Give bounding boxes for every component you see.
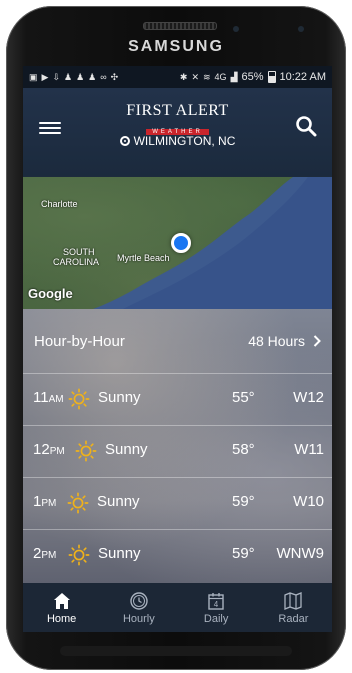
phone-frame: SAMSUNG ▣ ▶ ⇩ ♟ ♟ ♟ ∞ ✣ ✱ ✕ ≋ 4G ▟ 65% 1 [0, 0, 352, 673]
hourly-row[interactable]: 2PM Sunny 59° WNW9 [23, 529, 332, 581]
clock-icon [130, 591, 148, 610]
home-icon [53, 592, 70, 609]
tab-label: Daily [203, 612, 229, 625]
row-time: 1PM [33, 493, 57, 510]
map-label-charlotte: Charlotte [41, 199, 78, 209]
message-icon: ▣ [29, 71, 38, 82]
tab-radar[interactable]: Radar [255, 583, 332, 632]
bluetooth-icon: ✱ [179, 71, 188, 82]
row-temperature: 59° [232, 545, 255, 562]
signal-icon: ▟ [230, 71, 238, 82]
hourly-row[interactable]: 1PM Sunny 59° W10 [23, 477, 332, 529]
first-alert-logo: FIRST ALERT WEATHER [23, 102, 332, 138]
tab-label: Home [46, 612, 77, 625]
status-bar: ▣ ▶ ⇩ ♟ ♟ ♟ ∞ ✣ ✱ ✕ ≋ 4G ▟ 65% 10:22 AM [23, 66, 332, 88]
row-condition: Sunny [98, 389, 141, 406]
row-time: 11AM [33, 389, 64, 406]
voicemail-icon: ∞ [100, 71, 107, 82]
48-hours-link[interactable]: 48 Hours [248, 333, 321, 349]
chevron-right-icon [313, 335, 321, 347]
logo-title: FIRST ALERT [126, 102, 229, 119]
search-icon [296, 116, 317, 137]
sensor-icon [233, 26, 239, 32]
map-label-myrtle-beach: Myrtle Beach [117, 253, 170, 263]
play-icon: ▶ [41, 71, 49, 82]
location-name: WILMINGTON, NC [133, 134, 236, 148]
location-target-icon [119, 136, 130, 146]
battery-icon [267, 71, 276, 83]
row-wind: W10 [293, 493, 324, 510]
front-camera-icon [298, 26, 304, 32]
system-icons: ✱ ✕ ≋ 4G ▟ 65% 10:22 AM [180, 71, 326, 83]
row-condition: Sunny [97, 493, 140, 510]
network-type: 4G [214, 71, 227, 82]
row-wind: WNW9 [276, 545, 325, 562]
hourly-row[interactable]: 11AM Sunny 55° W12 [23, 373, 332, 425]
row-wind: W12 [293, 389, 324, 406]
row-temperature: 58° [232, 441, 255, 458]
48-hours-label: 48 Hours [248, 333, 305, 349]
hour-by-hour-title: Hour-by-Hour [34, 332, 125, 350]
sunny-icon [67, 492, 89, 514]
hour-by-hour-header: Hour-by-Hour 48 Hours [23, 309, 332, 373]
notification-icons: ▣ ▶ ⇩ ♟ ♟ ♟ ∞ ✣ [29, 71, 119, 82]
row-time: 12PM [33, 441, 65, 458]
row-temperature: 59° [232, 493, 255, 510]
tab-hourly[interactable]: Hourly [100, 583, 177, 632]
hour-by-hour-panel: Hour-by-Hour 48 Hours 11AM Sunny 55° W12… [23, 309, 332, 583]
person-icon: ♟ [76, 71, 85, 82]
earpiece-speaker [143, 22, 217, 30]
location-selector[interactable]: WILMINGTON, NC [23, 134, 332, 148]
search-button[interactable] [294, 114, 318, 138]
sync-icon: ✣ [110, 71, 119, 82]
mute-icon: ✕ [191, 71, 199, 82]
person-icon: ♟ [63, 71, 73, 82]
app-bar: FIRST ALERT WEATHER WILMINGTON, NC [23, 88, 332, 176]
sunny-icon [75, 440, 97, 462]
hourly-row[interactable]: 12PM Sunny 58° W11 [23, 425, 332, 477]
phone-bottom-bezel [60, 646, 292, 656]
person-icon: ♟ [88, 71, 97, 82]
bottom-tab-bar: Home Hourly 4 Daily Radar [23, 583, 332, 632]
map-label-carolina: CAROLINA [53, 257, 100, 267]
app-screen: ▣ ▶ ⇩ ♟ ♟ ♟ ∞ ✣ ✱ ✕ ≋ 4G ▟ 65% 10:22 AM [23, 66, 332, 632]
current-location-dot [171, 233, 191, 253]
download-icon: ⇩ [52, 71, 60, 82]
location-map[interactable]: Charlotte SOUTH CAROLINA Myrtle Beach Go… [23, 177, 332, 309]
clock-time: 10:22 AM [279, 71, 326, 83]
row-condition: Sunny [105, 441, 148, 458]
wifi-icon: ≋ [203, 71, 211, 82]
tab-label: Radar [278, 612, 309, 625]
calendar-icon: 4 [208, 592, 224, 610]
battery-percent: 65% [241, 71, 264, 83]
tab-home[interactable]: Home [23, 583, 100, 632]
tab-daily[interactable]: 4 Daily [178, 583, 255, 632]
calendar-day-badge: 4 [214, 600, 219, 609]
google-attribution: Google [28, 286, 73, 301]
map-label-south: SOUTH [63, 247, 95, 257]
map-icon [284, 591, 303, 610]
row-condition: Sunny [98, 545, 141, 562]
sunny-icon [68, 544, 90, 566]
row-wind: W11 [294, 441, 324, 458]
row-time: 2PM [33, 545, 57, 562]
tab-label: Hourly [122, 612, 155, 625]
sunny-icon [68, 388, 90, 410]
row-temperature: 55° [232, 389, 255, 406]
device-brand: SAMSUNG [128, 38, 224, 55]
